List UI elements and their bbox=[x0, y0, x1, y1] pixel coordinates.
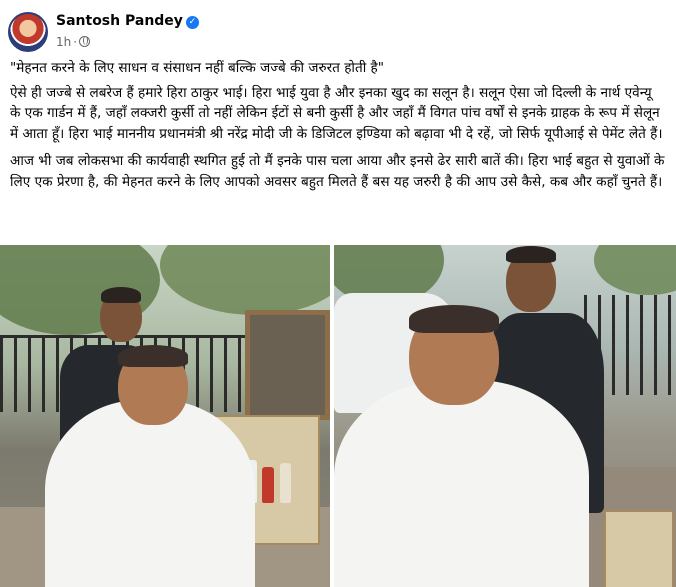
photo-cape bbox=[45, 400, 255, 587]
photo-barber-hair bbox=[101, 287, 141, 303]
post-meta: 1h · bbox=[56, 35, 91, 49]
photo-barber-hair bbox=[506, 246, 556, 263]
verified-badge-icon: ✓ bbox=[185, 16, 199, 29]
photo-tree bbox=[594, 245, 676, 295]
post-header: Santosh Pandey ✓ 1h · bbox=[8, 8, 668, 56]
photo-tree bbox=[160, 245, 330, 315]
post-paragraph-1: ऐसे ही जज्बे से लबरेज हैं हमारे हिरा ठाक… bbox=[10, 84, 663, 142]
photo-mirror bbox=[245, 310, 330, 420]
post-paragraph-2: आज भी जब लोकसभा की कार्यवाही स्थगित हुई … bbox=[10, 153, 665, 190]
post-body: "मेहनत करने के लिए साधन व संसाधन नहीं बल… bbox=[10, 58, 666, 199]
photo-shelf bbox=[604, 510, 674, 587]
profile-avatar[interactable] bbox=[8, 12, 48, 52]
photo-cape bbox=[334, 380, 589, 587]
globe-icon[interactable] bbox=[79, 36, 91, 47]
author-name-text[interactable]: Santosh Pandey bbox=[56, 13, 183, 29]
photo-customer-hair bbox=[409, 305, 499, 333]
post-quote: "मेहनत करने के लिए साधन व संसाधन नहीं बल… bbox=[10, 60, 385, 76]
photo-bottle bbox=[262, 467, 274, 503]
photo-grid bbox=[0, 245, 676, 587]
meta-separator: · bbox=[73, 35, 78, 49]
photo-customer-hair bbox=[118, 345, 188, 367]
photo-bottle bbox=[280, 463, 291, 503]
author-name[interactable]: Santosh Pandey ✓ bbox=[56, 13, 199, 29]
post-timestamp[interactable]: 1h bbox=[56, 35, 71, 49]
photo-barber-trimming-hair[interactable] bbox=[0, 245, 330, 587]
photo-barber-trimming-moustache[interactable] bbox=[334, 245, 676, 587]
